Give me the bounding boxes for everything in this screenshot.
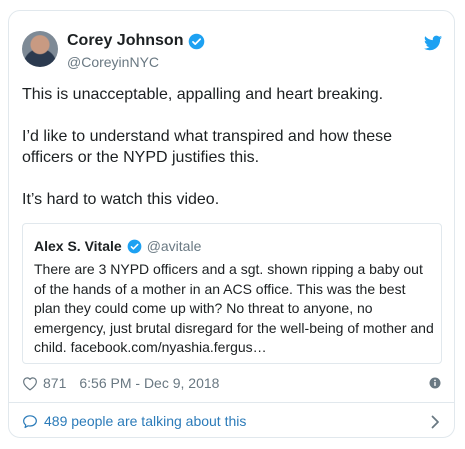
twitter-bird-icon[interactable] <box>424 35 442 51</box>
like-count[interactable]: 871 <box>43 375 66 391</box>
tweet-card: Corey Johnson @CoreyinNYC This is unacce… <box>8 10 455 438</box>
heart-icon[interactable] <box>22 376 38 391</box>
quoted-author-handle: @avitale <box>146 238 202 254</box>
author-name[interactable]: Corey Johnson <box>67 32 183 50</box>
verified-badge-icon <box>189 33 205 49</box>
quoted-tweet[interactable]: Alex S. Vitale @avitale There are 3 NYPD… <box>22 223 442 364</box>
tweet-paragraph: It’s hard to watch this video. <box>22 191 220 208</box>
verified-badge-icon <box>127 239 142 253</box>
conversation-count[interactable]: 489 people are talking about this <box>44 413 246 429</box>
author-row: Corey Johnson <box>67 32 205 50</box>
tweet-body: This is unacceptable, appalling and hear… <box>22 84 442 231</box>
avatar[interactable] <box>22 31 58 67</box>
info-icon[interactable] <box>429 377 441 389</box>
conversation-link[interactable]: 489 people are talking about this <box>22 413 246 429</box>
speech-bubble-icon <box>23 414 37 428</box>
tweet-paragraph: I’d like to understand what transpired a… <box>22 128 393 166</box>
quoted-author-row: Alex S. Vitale @avitale <box>34 238 201 254</box>
tweet-paragraph: This is unacceptable, appalling and hear… <box>22 86 384 103</box>
tweet-meta: 871 6:56 PM - Dec 9, 2018 <box>22 375 219 391</box>
quoted-author-name: Alex S. Vitale <box>34 238 122 254</box>
divider <box>9 402 454 403</box>
author-handle[interactable]: @CoreyinNYC <box>67 54 159 70</box>
chevron-right-icon[interactable] <box>431 415 440 429</box>
quoted-text: There are 3 NYPD officers and a sgt. sho… <box>34 261 434 355</box>
timestamp[interactable]: 6:56 PM - Dec 9, 2018 <box>79 375 219 391</box>
